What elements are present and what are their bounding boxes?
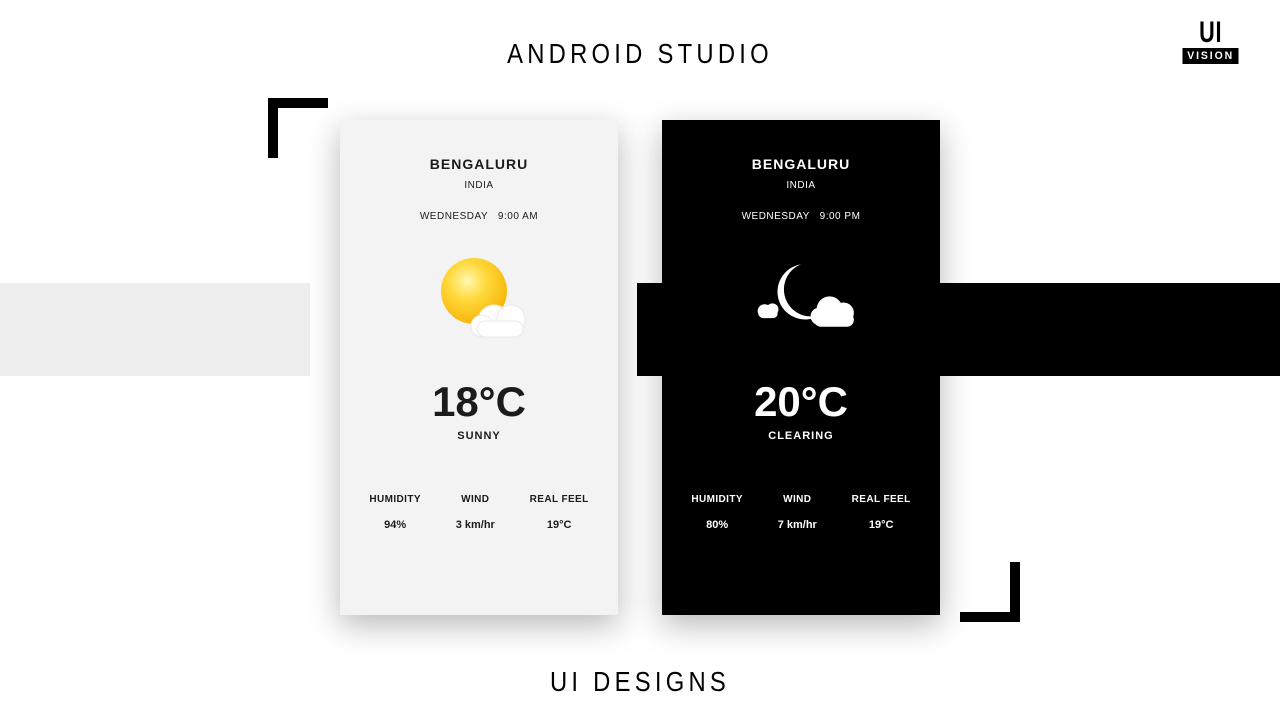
condition-label: SUNNY bbox=[457, 430, 501, 442]
temperature-value: 20°C bbox=[754, 378, 848, 426]
country-label: INDIA bbox=[464, 180, 493, 191]
cards-container: BENGALURU INDIA WEDNESDAY 9:00 AM bbox=[340, 120, 940, 615]
moon-cloud-icon bbox=[736, 244, 866, 354]
realfeel-value: 19°C bbox=[869, 519, 894, 531]
daytime-label: WEDNESDAY 9:00 PM bbox=[742, 211, 861, 222]
stat-wind: WIND 3 km/hr bbox=[456, 494, 495, 531]
decorative-corner-top-left bbox=[268, 98, 328, 158]
stat-realfeel: REAL FEEL 19°C bbox=[852, 494, 911, 531]
logo-bottom-text: VISION bbox=[1182, 48, 1238, 64]
daytime-label: WEDNESDAY 9:00 AM bbox=[420, 211, 538, 222]
logo-top-text: UI bbox=[1189, 18, 1232, 48]
humidity-label: HUMIDITY bbox=[691, 494, 743, 505]
country-label: INDIA bbox=[786, 180, 815, 191]
humidity-value: 80% bbox=[706, 519, 728, 531]
condition-label: CLEARING bbox=[768, 430, 833, 442]
humidity-value: 94% bbox=[384, 519, 406, 531]
realfeel-label: REAL FEEL bbox=[530, 494, 589, 505]
weather-card-light: BENGALURU INDIA WEDNESDAY 9:00 AM bbox=[340, 120, 618, 615]
stat-humidity: HUMIDITY 94% bbox=[369, 494, 421, 531]
stats-row: HUMIDITY 80% WIND 7 km/hr REAL FEEL 19°C bbox=[674, 494, 928, 531]
wind-value: 3 km/hr bbox=[456, 519, 495, 531]
humidity-label: HUMIDITY bbox=[369, 494, 421, 505]
wind-label: WIND bbox=[461, 494, 489, 505]
stats-row: HUMIDITY 94% WIND 3 km/hr REAL FEEL 19°C bbox=[352, 494, 606, 531]
page-title: ANDROID STUDIO bbox=[484, 38, 797, 70]
stat-wind: WIND 7 km/hr bbox=[778, 494, 817, 531]
logo: UI VISION bbox=[1181, 18, 1240, 64]
realfeel-value: 19°C bbox=[547, 519, 572, 531]
temperature-value: 18°C bbox=[432, 378, 526, 426]
decorative-corner-bottom-right bbox=[960, 562, 1020, 622]
wind-label: WIND bbox=[783, 494, 811, 505]
sun-cloud-icon bbox=[414, 244, 544, 354]
background-stripe-light bbox=[0, 283, 310, 376]
weather-card-dark: BENGALURU INDIA WEDNESDAY 9:00 PM bbox=[662, 120, 940, 615]
stat-realfeel: REAL FEEL 19°C bbox=[530, 494, 589, 531]
stat-humidity: HUMIDITY 80% bbox=[691, 494, 743, 531]
wind-value: 7 km/hr bbox=[778, 519, 817, 531]
page-subtitle: UI DESIGNS bbox=[534, 666, 746, 698]
city-label: BENGALURU bbox=[430, 156, 528, 172]
realfeel-label: REAL FEEL bbox=[852, 494, 911, 505]
city-label: BENGALURU bbox=[752, 156, 850, 172]
